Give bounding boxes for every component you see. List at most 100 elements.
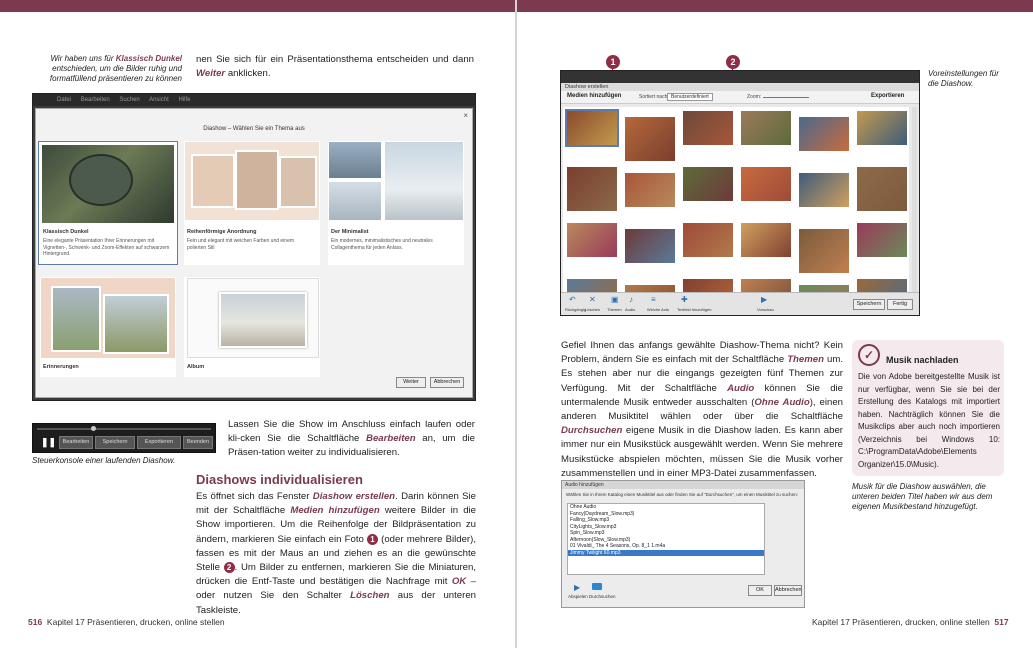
done-button[interactable]: Fertig [887,299,913,310]
add-media-button[interactable]: Medien hinzufügen [567,93,621,99]
sort-select[interactable]: Benutzerdefiniert [667,93,713,101]
marker-2: 2 [726,53,740,71]
caption-console: Steuerkonsole einer laufenden Diashow. [32,456,176,465]
tool-icon[interactable]: ▣ [611,295,619,304]
photo-thumbnail[interactable] [625,229,675,263]
save-button[interactable]: Speichern [853,299,885,310]
photo-thumbnail[interactable] [625,117,675,161]
save-button[interactable]: Speichern [95,436,135,449]
section-heading: Diashows individualisieren [196,472,363,487]
theme-title: Album [187,364,205,370]
tool-icon[interactable]: ✕ [589,295,596,304]
tool-icon[interactable]: ♪ [629,295,633,304]
photo-thumbnail[interactable] [683,167,733,201]
browse-label: Durchsuchen [589,594,616,599]
photo-thumbnail[interactable] [741,279,791,293]
tool-icon[interactable]: ↶ [569,295,576,304]
tip-title: Musik nachladen [886,355,959,365]
editor-title: Diashow erstellen [561,83,919,91]
photo-thumbnail[interactable] [567,279,617,293]
cancel-button[interactable]: Abbrechen [430,377,464,388]
ui-term: Audio [727,382,755,394]
tool-icon[interactable]: ✚ [681,295,688,304]
audio-list[interactable]: Ohne Audio Fancy(Daydream_Slow.mp3) Fallin… [567,503,765,575]
browse-icon[interactable] [592,583,602,590]
text-run: Es öffnet sich das Fenster [196,491,313,502]
next-button[interactable]: Weiter [396,377,426,388]
tool-label: Audio [625,307,636,312]
caption-theme-choice: Wir haben uns für Klassisch Dunkel entsc… [49,54,182,83]
photo-thumbnail[interactable] [567,167,617,211]
tool-label: Löschen [585,307,601,312]
photo-grid [563,107,909,293]
play-icon[interactable]: ▶ [574,583,580,592]
photo-thumbnail[interactable] [857,111,907,145]
quit-button[interactable]: Beenden [183,436,213,449]
cancel-button[interactable]: Abbrechen [774,585,802,596]
audio-hint: Wählen Sie in Ihrem Katalog einen Musikt… [566,492,798,497]
theme-tile-reihenfoermig[interactable]: Reihenförmige Anordnung Fein und elegant… [184,141,320,265]
tip-box: ✓ Musik nachladen Die von Adobe bereitge… [852,340,1004,476]
tool-label: Welche Acts [647,307,669,312]
theme-tile-klassisch-dunkel[interactable]: Klassisch Dunkel Eine elegante Präsentat… [38,141,178,265]
audio-dialog-screenshot: Audio hinzufügen Wählen Sie in Ihrem Kat… [561,480,805,608]
photo-thumbnail[interactable] [799,229,849,273]
ok-button[interactable]: OK [748,585,772,596]
photo-thumbnail[interactable] [683,223,733,257]
footer-left: 516 Kapitel 17 Präsentieren, drucken, on… [28,617,225,627]
tool-icon[interactable]: ▶ [761,295,767,304]
theme-chooser-screenshot: Datei Bearbeiten Suchen Ansicht Hilfe Di… [32,93,476,401]
zoom-slider[interactable] [763,97,809,98]
theme-title: Erinnerungen [43,364,79,370]
progress-knob[interactable] [91,426,96,431]
ui-term: Themen [787,354,824,366]
photo-thumbnail[interactable] [625,173,675,207]
photo-thumbnail[interactable] [741,167,791,201]
editor-menubar [561,71,919,83]
theme-title: Klassisch Dunkel [43,229,89,235]
photo-thumbnail[interactable] [857,223,907,257]
theme-tile-album[interactable]: Album [184,277,320,377]
edit-button[interactable]: Bearbeiten [59,436,93,449]
photo-thumbnail[interactable] [799,173,849,207]
tool-label: Vorschau [757,307,774,312]
photo-thumbnail[interactable] [741,111,791,145]
tool-icon[interactable]: ≡ [651,295,656,304]
theme-dialog: Diashow – Wählen Sie ein Thema aus × Kla… [35,108,473,398]
show-paragraph: Lassen Sie die Show im Anschluss einfach… [228,419,475,459]
scrollbar[interactable] [912,107,917,293]
photo-thumbnail[interactable] [741,223,791,257]
photo-thumbnail[interactable] [683,279,733,293]
slideshow-console: ❚❚ Bearbeiten Speichern Exportieren Been… [32,423,216,453]
dialog-title: Diashow – Wählen Sie ein Thema aus [203,126,305,132]
editor-toolbar: Medien hinzufügen Sortiert nach: Benutze… [561,91,919,104]
tool-label: Textfeld hinzufügen [677,307,712,312]
audio-list-item[interactable]: Jimmy Twilight 60.mp3 [568,549,764,556]
theme-title: Reihenförmige Anordnung [187,229,257,235]
photo-thumbnail[interactable] [565,109,619,147]
theme-tile-erinnerungen[interactable]: Erinnerungen [40,277,176,377]
export-button[interactable]: Exportieren [137,436,181,449]
photo-thumbnail[interactable] [857,167,907,211]
slideshow-editor-screenshot: Diashow erstellen Medien hinzufügen Sort… [560,70,920,316]
sort-label: Sortiert nach: [639,94,669,100]
photo-thumbnail[interactable] [683,111,733,145]
marker-1: 1 [606,53,620,71]
ui-term: Diashow erstellen [312,491,396,502]
editor-bottom-bar: ↶ Rückgängig ✕ Löschen ▣ Themen ♪ Audio ≡ Welche … [561,292,919,315]
photo-thumbnail[interactable] [799,117,849,151]
export-menu[interactable]: Exportieren [871,93,904,99]
tip-text: Die von Adobe bereitgestellte Musik ist … [858,372,1000,469]
top-bar-right [517,0,1033,12]
theme-audio-paragraph: Gefiel Ihnen das anfangs gewählte Diasho… [561,339,843,481]
close-icon[interactable]: × [463,111,468,120]
theme-desc: Eine elegante Präsentation Ihrer Erinner… [43,238,170,257]
zoom-label: Zoom: [747,94,762,100]
ui-term: Medien hinzufügen [290,505,380,517]
ui-term: Durchsuchen [561,425,623,437]
theme-tile-minimalist[interactable]: Der Minimalist Ein modernes, minimalisti… [328,141,464,265]
progress-track [37,428,211,430]
photo-thumbnail[interactable] [857,279,907,293]
pause-icon[interactable]: ❚❚ [41,437,56,448]
photo-thumbnail[interactable] [567,223,617,257]
